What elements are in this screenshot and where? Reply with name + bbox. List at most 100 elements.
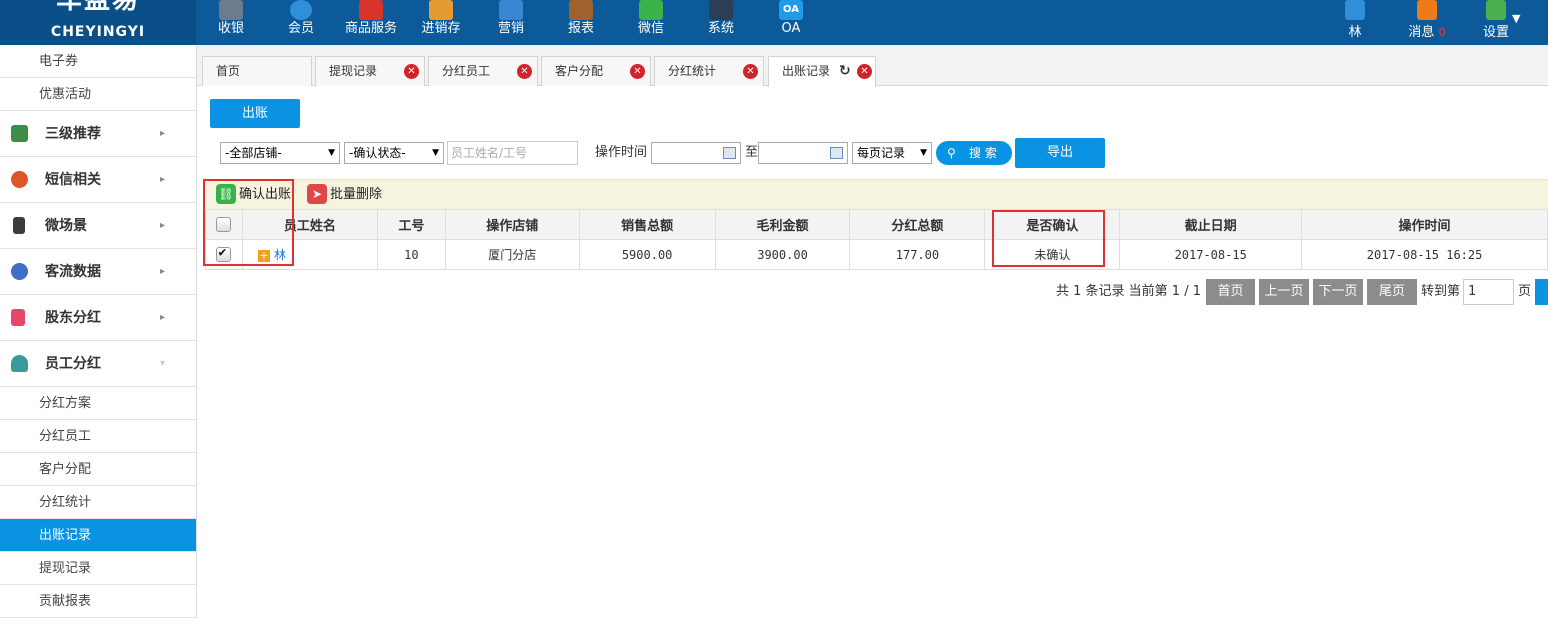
last-page-button[interactable]: 尾页 — [1367, 279, 1417, 305]
sidebar-item-contribution-report[interactable]: 贡献报表 — [0, 585, 196, 618]
tab-label: 分红员工 — [442, 64, 491, 78]
sidebar-item-bonus-statistics[interactable]: 分红统计 — [0, 486, 196, 519]
user-icon — [11, 355, 28, 372]
sidebar-item-coupon[interactable]: 电子券 — [0, 45, 196, 78]
close-icon[interactable]: ✕ — [630, 64, 645, 79]
tab-bonus-statistics[interactable]: 分红统计 ✕ — [654, 56, 764, 86]
column-header[interactable]: 工号 — [376, 209, 446, 240]
bonus-total-cell: 177.00 — [849, 239, 986, 270]
prev-page-button[interactable]: 上一页 — [1259, 279, 1309, 305]
top-navigation-bar: 车盈易 CHEYINGYI 收银 会员 商品服务 进销存 营销 报表 微信 系统… — [0, 0, 1548, 45]
close-icon[interactable]: ✕ — [404, 64, 419, 79]
payout-records-table: 员工姓名 工号 操作店铺 销售总额 毛利金额 分红总额 是否确认 截止日期 操作… — [205, 209, 1548, 270]
nav-marketing[interactable]: 营销 — [476, 0, 546, 37]
next-page-button[interactable]: 下一页 — [1313, 279, 1363, 305]
batch-delete-label: 批量删除 — [330, 187, 383, 202]
close-icon[interactable]: ✕ — [743, 64, 758, 79]
messages-count: 0 — [1438, 26, 1446, 39]
first-page-button[interactable]: 首页 — [1206, 279, 1255, 305]
chevron-right-icon: ▸ — [160, 266, 166, 277]
payout-button[interactable]: 出账 — [210, 99, 300, 128]
phone-icon — [11, 171, 28, 188]
page-number-input[interactable]: 1 — [1463, 279, 1514, 305]
calendar-icon[interactable] — [830, 147, 843, 159]
export-button[interactable]: 导出 — [1015, 138, 1105, 168]
sidebar-group-referral[interactable]: 三级推荐 ▸ — [0, 111, 196, 157]
per-page-select[interactable]: 每页记录 ▼ — [852, 142, 932, 164]
gear-icon — [1486, 0, 1506, 20]
nav-label: 系统 — [707, 21, 734, 36]
product-icon — [359, 0, 383, 20]
column-header[interactable]: 销售总额 — [578, 209, 716, 240]
nav-oa[interactable]: OA OA — [756, 0, 826, 37]
nav-label: 商品服务 — [344, 21, 397, 36]
nav-system[interactable]: 系统 — [686, 0, 756, 37]
sidebar-group-employee-bonus[interactable]: 员工分红 ▾ — [0, 341, 196, 387]
goto-page-button[interactable] — [1535, 279, 1548, 305]
tab-withdrawal-records[interactable]: 提现记录 ✕ — [315, 56, 425, 86]
batch-delete-button[interactable]: ➤ 批量删除 — [307, 184, 387, 206]
close-icon[interactable]: ✕ — [857, 64, 872, 79]
logo-cn-text: 车盈易 — [55, 0, 140, 15]
sidebar-group-traffic-data[interactable]: 客流数据 ▸ — [0, 249, 196, 295]
chevron-right-icon: ▸ — [160, 174, 166, 185]
column-header[interactable]: 操作店铺 — [444, 209, 580, 240]
per-page-select-value: 每页记录 — [857, 146, 906, 160]
settings-menu[interactable]: 设置 — [1480, 0, 1512, 41]
time-label: 操作时间 — [595, 145, 648, 160]
sidebar-group-label: 短信相关 — [45, 172, 101, 188]
sidebar-item-promotion[interactable]: 优惠活动 — [0, 78, 196, 111]
settings-dropdown-icon[interactable]: ▼ — [1512, 12, 1520, 25]
sidebar-group-micro-scene[interactable]: 微场景 ▸ — [0, 203, 196, 249]
sidebar-item-withdrawal-records[interactable]: 提现记录 — [0, 552, 196, 585]
messages-label: 消息 — [1408, 25, 1435, 40]
column-header[interactable]: 操作时间 — [1301, 209, 1548, 240]
dropdown-arrow-icon: ▼ — [920, 148, 927, 158]
tab-home[interactable]: 首页 — [202, 56, 312, 86]
messages-menu[interactable]: 消息 0 — [1404, 0, 1450, 41]
sidebar-item-bonus-plan[interactable]: 分红方案 — [0, 387, 196, 420]
column-header[interactable]: 截止日期 — [1119, 209, 1303, 240]
sidebar-item-payout-records[interactable]: 出账记录 — [0, 519, 196, 552]
chevron-right-icon: ▸ — [160, 312, 166, 323]
sidebar-group-sms[interactable]: 短信相关 ▸ — [0, 157, 196, 203]
tab-label: 首页 — [216, 64, 241, 78]
nav-inventory[interactable]: 进销存 — [406, 0, 476, 37]
sidebar-group-label: 微场景 — [45, 218, 87, 234]
nav-cashier[interactable]: 收银 — [196, 0, 266, 37]
tab-customer-allocation[interactable]: 客户分配 ✕ — [541, 56, 651, 86]
calendar-icon[interactable] — [723, 147, 736, 159]
sidebar-item-bonus-employees[interactable]: 分红员工 — [0, 420, 196, 453]
page-unit-label: 页 — [1518, 284, 1532, 299]
sidebar-group-shareholder-bonus[interactable]: 股东分红 ▸ — [0, 295, 196, 341]
highlight-box-checkbox — [203, 179, 294, 266]
name-search-input[interactable]: 员工姓名/工号 — [447, 141, 578, 165]
nav-wechat[interactable]: 微信 — [616, 0, 686, 37]
oa-icon: OA — [779, 0, 803, 20]
status-select[interactable]: -确认状态- ▼ — [344, 142, 444, 164]
end-date-input[interactable] — [758, 142, 848, 164]
tab-bonus-employees[interactable]: 分红员工 ✕ — [428, 56, 538, 86]
mobile-icon — [13, 217, 25, 234]
start-date-input[interactable] — [651, 142, 741, 164]
tab-label: 提现记录 — [329, 64, 378, 78]
search-button[interactable]: ⚲ 搜 索 — [936, 141, 1012, 165]
tab-payout-records[interactable]: 出账记录 ↻ ✕ — [768, 56, 876, 87]
refresh-icon[interactable]: ↻ — [839, 57, 851, 85]
layers-icon — [11, 125, 28, 142]
user-menu[interactable]: 林 — [1340, 0, 1370, 41]
close-icon[interactable]: ✕ — [517, 64, 532, 79]
column-header[interactable]: 毛利金额 — [714, 209, 851, 240]
store-select[interactable]: -全部店铺- ▼ — [220, 142, 340, 164]
column-header[interactable]: 分红总额 — [849, 209, 986, 240]
sales-total-cell: 5900.00 — [578, 239, 716, 270]
sidebar-item-customer-allocation[interactable]: 客户分配 — [0, 453, 196, 486]
search-button-label: 搜 索 — [969, 146, 997, 160]
sidebar-group-label: 客流数据 — [45, 264, 101, 280]
deadline-cell: 2017-08-15 — [1119, 239, 1303, 270]
nav-product-service[interactable]: 商品服务 — [336, 0, 406, 37]
nav-report[interactable]: 报表 — [546, 0, 616, 37]
nav-label: 营销 — [497, 21, 524, 36]
nav-member[interactable]: 会员 — [266, 0, 336, 37]
goto-label: 转到第 — [1421, 284, 1461, 299]
